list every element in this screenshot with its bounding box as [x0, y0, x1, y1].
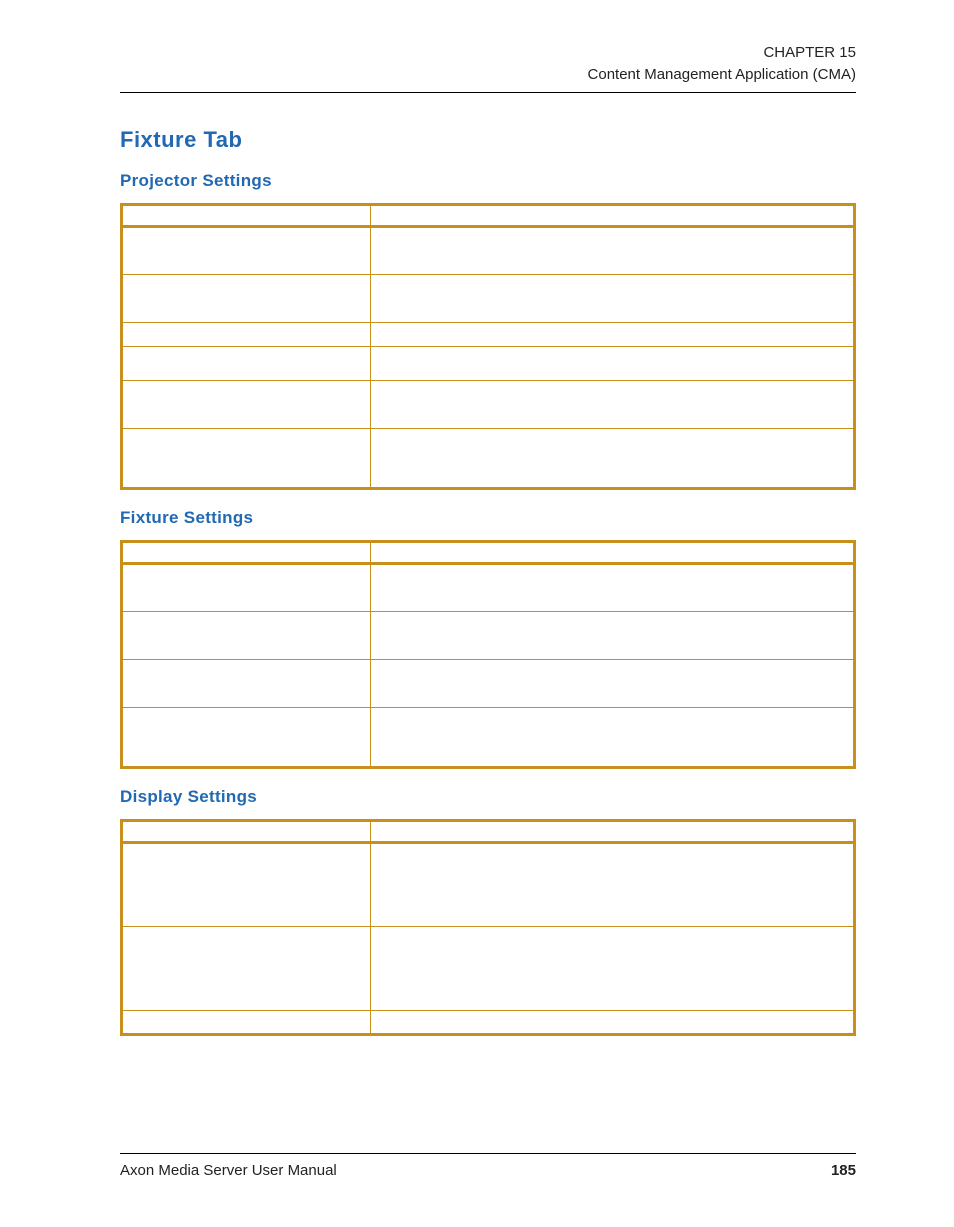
table-row [122, 707, 855, 767]
table-cell [122, 611, 371, 659]
footer-manual-title: Axon Media Server User Manual [120, 1162, 337, 1179]
settings-table [120, 819, 856, 1036]
table-header-cell [122, 820, 371, 842]
table-row [122, 322, 855, 346]
table-header-cell [371, 820, 855, 842]
table-cell [371, 226, 855, 274]
table-cell [371, 659, 855, 707]
table-header-cell [371, 204, 855, 226]
table-cell [371, 926, 855, 1010]
sections-container: Projector Settings Fixture Settings Displa… [120, 171, 856, 1036]
chapter-label: CHAPTER 15 [120, 42, 856, 64]
table-row [122, 1010, 855, 1034]
table-row [122, 926, 855, 1010]
table-cell [122, 380, 371, 428]
section-heading: Display Settings [120, 787, 856, 807]
table-cell [371, 428, 855, 488]
table-cell [122, 1010, 371, 1034]
table-cell [371, 707, 855, 767]
table-header-cell [122, 204, 371, 226]
table-cell [371, 1010, 855, 1034]
table-cell [122, 428, 371, 488]
section-heading: Projector Settings [120, 171, 856, 191]
table-cell [122, 226, 371, 274]
chapter-title: Content Management Application (CMA) [120, 64, 856, 86]
table-cell [122, 926, 371, 1010]
table-cell [122, 659, 371, 707]
table-cell [122, 274, 371, 322]
table-cell [371, 380, 855, 428]
footer-page-number: 185 [831, 1162, 856, 1179]
table-row [122, 842, 855, 926]
header-divider [120, 92, 856, 93]
table-header-cell [122, 541, 371, 563]
table-cell [371, 322, 855, 346]
table-row [122, 428, 855, 488]
table-cell [371, 346, 855, 380]
table-cell [371, 274, 855, 322]
table-row [122, 226, 855, 274]
settings-table [120, 203, 856, 490]
table-cell [122, 842, 371, 926]
table-row [122, 346, 855, 380]
table-cell [122, 322, 371, 346]
table-row [122, 611, 855, 659]
table-cell [122, 707, 371, 767]
footer-divider [120, 1153, 856, 1154]
page-title: Fixture Tab [120, 127, 856, 153]
table-row [122, 274, 855, 322]
table-header-cell [371, 541, 855, 563]
settings-table [120, 540, 856, 769]
table-cell [371, 842, 855, 926]
table-cell [122, 563, 371, 611]
table-cell [371, 563, 855, 611]
section-heading: Fixture Settings [120, 508, 856, 528]
page-footer: Axon Media Server User Manual 185 [120, 1153, 856, 1179]
table-row [122, 563, 855, 611]
table-cell [122, 346, 371, 380]
table-cell [371, 611, 855, 659]
table-row [122, 659, 855, 707]
table-row [122, 380, 855, 428]
page-header: CHAPTER 15 Content Management Applicatio… [120, 42, 856, 86]
